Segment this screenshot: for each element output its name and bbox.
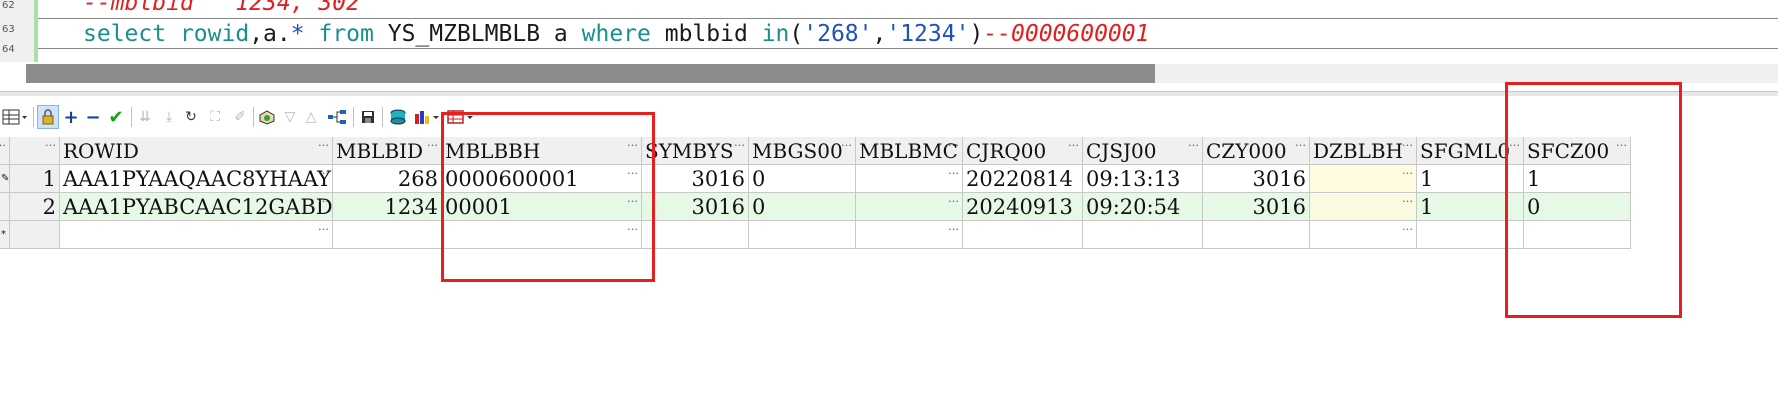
cell-cjsj00[interactable]: 09:13:13 [1083, 165, 1203, 193]
cell-mblbmc[interactable] [856, 165, 963, 193]
kw-in: in [761, 21, 790, 47]
kw-select: select [83, 21, 167, 47]
cell-symbys[interactable]: 3016 [642, 165, 749, 193]
code-line-62[interactable]: --mblbid 1234, 302 [83, 0, 360, 17]
new-row-indicator: * [0, 221, 10, 249]
kw-where: where [581, 21, 651, 47]
row-number[interactable]: 1 [10, 165, 60, 193]
horizontal-scrollbar-thumb[interactable] [26, 64, 1155, 83]
toolbar-separator [253, 107, 254, 127]
cell-mblbmc[interactable] [856, 193, 963, 221]
cell-czy000[interactable]: 3016 [1203, 193, 1310, 221]
string-literal: '268' [803, 21, 873, 47]
table-name: YS_MZBLMBLB [387, 21, 541, 47]
cell-czy000[interactable]: 3016 [1203, 165, 1310, 193]
column-header[interactable]: ROWID [60, 137, 333, 165]
code-line-63[interactable]: select rowid,a.* from YS_MZBLMBLB a wher… [83, 20, 1149, 48]
sql-editor[interactable]: 62 63 64 --mblbid 1234, 302 select rowid… [0, 0, 1778, 92]
cell-czy000[interactable] [1203, 221, 1310, 249]
chart-icon[interactable] [412, 105, 442, 129]
cell-cjrq00[interactable] [963, 221, 1083, 249]
cell-cjrq00[interactable]: 20240913 [963, 193, 1083, 221]
column-header[interactable]: CZY000 [1203, 137, 1310, 165]
cell-mblbid[interactable]: 268 [333, 165, 442, 193]
grid-menu-icon[interactable] [0, 105, 30, 129]
column-name: mblbid [664, 21, 748, 47]
cell-dzblbh[interactable] [1310, 193, 1417, 221]
cell-mbgs00[interactable]: 0 [749, 193, 856, 221]
line-number: 63 [2, 24, 15, 35]
alias: a [553, 21, 568, 47]
column-header[interactable]: MBLBID [333, 137, 442, 165]
cell-rowid[interactable] [60, 221, 333, 249]
paren-open: ( [789, 21, 804, 47]
row-number[interactable]: 2 [10, 193, 60, 221]
kw-from: from [318, 21, 374, 47]
toolbar-separator [33, 107, 34, 127]
row-edit-indicator [0, 193, 10, 221]
id-rowid: rowid [179, 21, 250, 47]
clear-icon[interactable]: ✐ [230, 105, 250, 129]
toolbar-separator [353, 107, 354, 127]
column-header[interactable]: DZBLBH [1310, 137, 1417, 165]
cell-mbgs00[interactable] [749, 221, 856, 249]
highlight-box-sfcz00 [1505, 82, 1682, 318]
row-number[interactable] [10, 221, 60, 249]
cell-rowid[interactable]: AAA1PYAAQAAC8YHAAY [60, 165, 333, 193]
cell-rowid[interactable]: AAA1PYABCAAC12GABD [60, 193, 333, 221]
down-arrows-icon[interactable]: ⇊ [135, 105, 155, 129]
cell-cjsj00[interactable] [1083, 221, 1203, 249]
down-arrows-end-icon[interactable]: ⤓ [159, 105, 179, 129]
cell-mblbmc[interactable] [856, 221, 963, 249]
column-header[interactable]: MBGS00 [749, 137, 856, 165]
star: * [290, 21, 305, 47]
query-icon[interactable] [256, 105, 278, 129]
cell-mblbid[interactable] [333, 221, 442, 249]
cell-mblbid[interactable]: 1234 [333, 193, 442, 221]
cell-symbys[interactable]: 3016 [642, 193, 749, 221]
tree-icon[interactable] [326, 105, 348, 129]
column-header[interactable]: SYMBYS [642, 137, 749, 165]
toolbar-separator [382, 107, 383, 127]
line-number: 64 [2, 44, 15, 55]
cell-dzblbh[interactable] [1310, 165, 1417, 193]
plus-icon[interactable]: + [62, 105, 80, 129]
comma: , [872, 21, 887, 47]
line-number: 62 [2, 0, 15, 11]
line-comment: --0000600001 [983, 21, 1150, 47]
cell-dzblbh[interactable] [1310, 221, 1417, 249]
paren-close: ) [969, 21, 984, 47]
triangle-down-icon[interactable]: ▽ [281, 105, 299, 129]
refresh-icon[interactable]: ↻ [182, 105, 200, 129]
save-icon[interactable] [358, 105, 378, 129]
cell-symbys[interactable] [642, 221, 749, 249]
cell-mbgs00[interactable]: 0 [749, 165, 856, 193]
column-header[interactable]: CJSJ00 [1083, 137, 1203, 165]
row-edit-indicator: ✎ [0, 165, 10, 193]
lock-icon[interactable] [37, 105, 59, 129]
indicator-header [0, 137, 10, 165]
column-header[interactable]: CJRQ00 [963, 137, 1083, 165]
export-icon[interactable] [387, 105, 409, 129]
line-number-gutter: 62 63 64 [0, 0, 34, 62]
toolbar-separator [131, 107, 132, 127]
rownum-header[interactable] [10, 137, 60, 165]
check-icon[interactable]: ✔ [106, 105, 126, 129]
string-literal: '1234' [886, 21, 970, 47]
binoculars-icon[interactable]: ⛶ [204, 105, 226, 129]
minus-icon[interactable]: − [84, 105, 102, 129]
cell-cjsj00[interactable]: 09:20:54 [1083, 193, 1203, 221]
punct: ,a. [249, 21, 291, 47]
highlight-box-mblbbh [441, 112, 655, 282]
column-header[interactable]: MBLBMC [856, 137, 963, 165]
cell-cjrq00[interactable]: 20220814 [963, 165, 1083, 193]
triangle-up-icon[interactable]: △ [302, 105, 320, 129]
